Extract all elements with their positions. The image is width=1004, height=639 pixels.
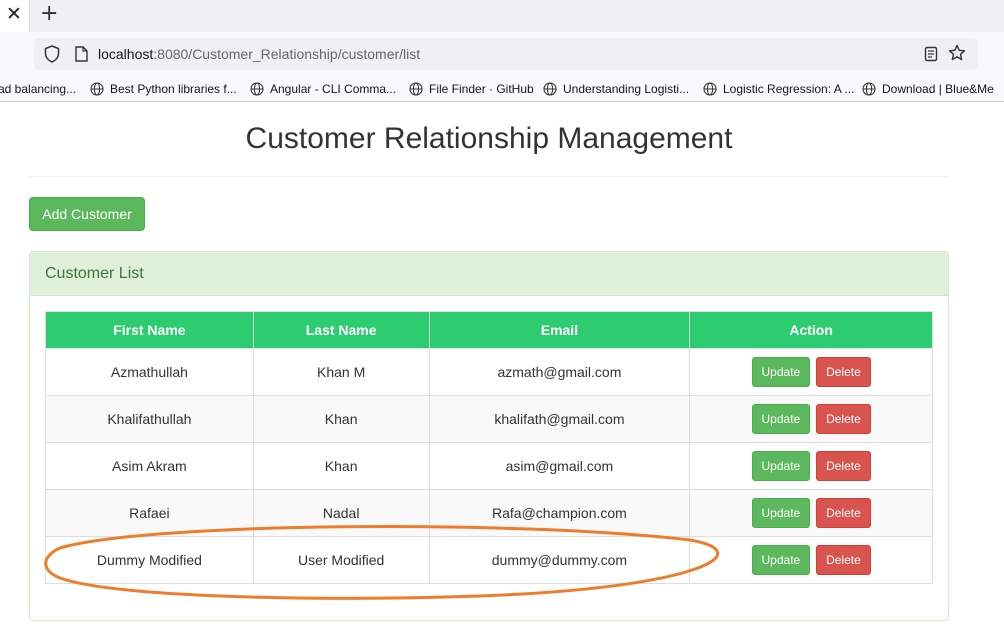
cell-action: Update Delete [689,348,933,396]
page-icon [75,46,88,62]
cell-email: asim@gmail.com [428,442,691,490]
cell-action: Update Delete [689,442,933,490]
update-button[interactable]: Update [751,545,811,575]
bookmark-item[interactable]: Download | Blue&Me [862,81,994,97]
globe-icon [862,82,876,96]
table-row: Rafaei Nadal Rafa@champion.com Update De… [45,489,933,537]
url-path: :8080/Customer_Relationship/customer/lis… [153,46,421,62]
bookmarks-toolbar: ad balancing... Best Python libraries f.… [0,78,1004,102]
update-button[interactable]: Update [751,357,811,387]
cell-last-name: User Modified [252,536,430,584]
bookmark-item[interactable]: File Finder · GitHub [409,81,534,97]
bookmark-label: ad balancing... [0,82,77,96]
cell-action: Update Delete [689,395,933,443]
cell-first-name: Rafaei [45,489,254,537]
bookmark-item[interactable]: Logistic Regression: A ... [703,81,854,97]
globe-icon [90,82,104,96]
globe-icon [703,82,717,96]
delete-button[interactable]: Delete [816,357,871,387]
bookmark-label: Understanding Logisti... [563,82,690,96]
bookmark-item[interactable]: ad balancing... [0,81,76,97]
header-last-name: Last Name [252,311,430,349]
reader-view-icon[interactable] [924,46,938,62]
page-title: Customer Relationship Management [245,122,733,155]
navigation-bar: localhost:8080/Customer_Relationship/cus… [0,32,1004,78]
table-row: Dummy Modified User Modified dummy@dummy… [45,536,933,584]
update-button[interactable]: Update [751,404,811,434]
delete-button[interactable]: Delete [816,545,871,575]
globe-icon [409,82,423,96]
cell-first-name: Khalifathullah [45,395,254,443]
tab-strip: ✕ + [0,0,1004,32]
title-divider [29,176,949,177]
cell-email: dummy@dummy.com [428,536,691,584]
address-bar[interactable]: localhost:8080/Customer_Relationship/cus… [34,38,978,70]
delete-button[interactable]: Delete [816,451,871,481]
cell-action: Update Delete [689,489,933,537]
cell-email: Rafa@champion.com [428,489,691,537]
add-customer-button[interactable]: Add Customer [29,197,145,231]
shield-icon[interactable] [44,45,60,63]
cell-last-name: Nadal [252,489,430,537]
bookmark-label: Download | Blue&Me [882,82,994,96]
table-row: Khalifathullah Khan khalifath@gmail.com … [45,395,933,443]
header-email: Email [428,311,691,349]
bookmark-label: Logistic Regression: A ... [723,82,855,96]
table-row: Azmathullah Khan M azmath@gmail.com Upda… [45,348,933,396]
header-action: Action [689,311,933,349]
cell-first-name: Azmathullah [45,348,254,396]
bookmark-label: Best Python libraries f... [110,82,237,96]
panel-heading: Customer List [30,252,948,296]
delete-button[interactable]: Delete [816,498,871,528]
bookmark-item[interactable]: Best Python libraries f... [90,81,237,97]
bookmark-item[interactable]: Understanding Logisti... [543,81,689,97]
customer-table: First Name Last Name Email Action Azmath… [45,311,933,584]
url-host: localhost [98,46,154,62]
globe-icon [250,82,264,96]
globe-icon [543,82,557,96]
panel-title: Customer List [45,265,144,282]
cell-first-name: Dummy Modified [45,536,254,584]
header-first-name: First Name [45,311,254,349]
cell-last-name: Khan [252,395,430,443]
bookmark-item[interactable]: Angular - CLI Comma... [250,81,396,97]
new-tab-button[interactable]: + [40,2,58,26]
url-text[interactable]: localhost:8080/Customer_Relationship/cus… [98,46,420,63]
cell-email: azmath@gmail.com [428,348,691,396]
bookmark-label: Angular - CLI Comma... [270,82,397,96]
close-tab-icon[interactable]: ✕ [6,3,22,25]
update-button[interactable]: Update [751,498,811,528]
cell-last-name: Khan [252,442,430,490]
bookmark-label: File Finder · GitHub [429,82,534,96]
table-header-row: First Name Last Name Email Action [45,311,933,349]
cell-first-name: Asim Akram [45,442,254,490]
delete-button[interactable]: Delete [816,404,871,434]
cell-action: Update Delete [689,536,933,584]
cell-email: khalifath@gmail.com [428,395,691,443]
bookmark-star-icon[interactable] [948,44,966,62]
update-button[interactable]: Update [751,451,811,481]
table-row: Asim Akram Khan asim@gmail.com Update De… [45,442,933,490]
browser-tab[interactable]: ✕ [0,0,30,32]
cell-last-name: Khan M [252,348,430,396]
